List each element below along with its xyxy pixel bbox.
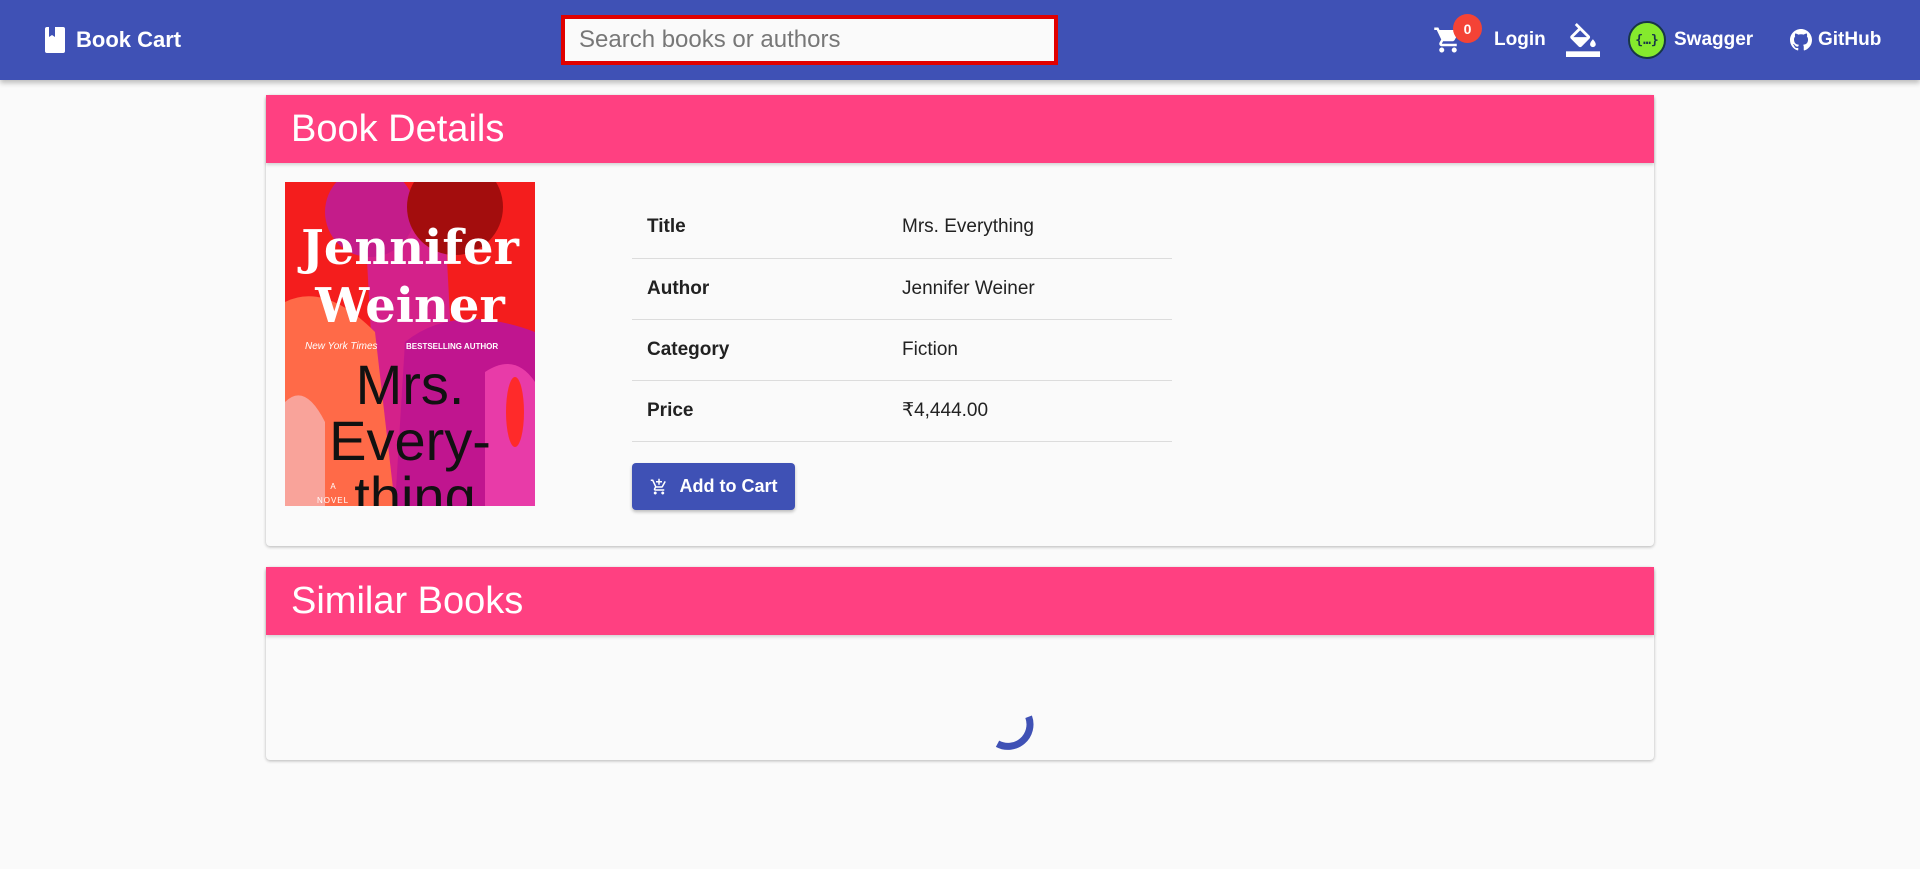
details-row-author: Author Jennifer Weiner xyxy=(632,258,1172,320)
similar-books-card: Similar Books xyxy=(266,567,1654,760)
add-to-cart-label: Add to Cart xyxy=(679,476,778,496)
details-label: Price xyxy=(632,380,902,442)
book-details-heading: Book Details xyxy=(291,107,505,150)
details-row-price: Price ₹4,444.00 xyxy=(632,380,1172,442)
book-details-card: Book Details Jennifer Weiner New York Ti… xyxy=(266,95,1654,546)
cart-count-badge: 0 xyxy=(1453,14,1482,43)
swagger-logo: {…} xyxy=(1628,21,1666,59)
details-value: Jennifer Weiner xyxy=(902,258,1172,320)
similar-books-header: Similar Books xyxy=(266,567,1654,635)
cover-tagline-italic: New York Times xyxy=(305,341,378,352)
brand-link[interactable]: Book Cart xyxy=(44,27,181,53)
swagger-link[interactable]: {…} Swagger xyxy=(1628,21,1754,59)
cover-title-line3: thing xyxy=(354,465,475,506)
book-cover-image: Jennifer Weiner New York Times BESTSELLI… xyxy=(285,182,535,506)
login-button[interactable]: Login xyxy=(1494,22,1546,58)
top-toolbar: Book Cart 0 Login {…} Swagger GitHub xyxy=(0,0,1920,80)
cover-author-line1: Jennifer xyxy=(297,220,519,276)
details-row-title: Title Mrs. Everything xyxy=(632,197,1172,259)
book-icon xyxy=(45,27,65,53)
book-details-table: Title Mrs. Everything Author Jennifer We… xyxy=(632,197,1172,442)
details-value: Mrs. Everything xyxy=(902,197,1172,259)
add-shopping-cart-icon xyxy=(650,478,666,494)
cover-title-line2: Every- xyxy=(329,409,491,472)
details-label: Category xyxy=(632,319,902,381)
book-details-header: Book Details xyxy=(266,95,1654,163)
details-value: ₹4,444.00 xyxy=(902,380,1172,442)
cover-title-line1: Mrs. xyxy=(356,353,465,416)
search-input[interactable] xyxy=(561,15,1058,65)
details-label: Title xyxy=(632,197,902,259)
cover-novel-a: A xyxy=(330,482,336,491)
login-label: Login xyxy=(1494,29,1546,50)
github-label: GitHub xyxy=(1818,29,1882,50)
similar-books-heading: Similar Books xyxy=(291,579,524,622)
details-label: Author xyxy=(632,258,902,320)
cart-button[interactable]: 0 xyxy=(1433,14,1482,58)
theme-picker-button[interactable] xyxy=(1566,22,1600,58)
swagger-label: Swagger xyxy=(1674,29,1754,50)
github-link[interactable]: GitHub xyxy=(1790,22,1881,58)
format-color-fill-icon xyxy=(1566,23,1600,57)
cover-author-line2: Weiner xyxy=(314,278,505,334)
cover-novel: NOVEL xyxy=(317,496,349,505)
details-value: Fiction xyxy=(902,319,1172,381)
brand-title: Book Cart xyxy=(76,27,182,52)
add-to-cart-button[interactable]: Add to Cart xyxy=(632,463,795,510)
github-icon xyxy=(1790,29,1812,51)
details-row-category: Category Fiction xyxy=(632,319,1172,381)
loading-spinner xyxy=(995,715,1034,750)
cover-tagline-rest: BESTSELLING AUTHOR xyxy=(406,342,498,351)
